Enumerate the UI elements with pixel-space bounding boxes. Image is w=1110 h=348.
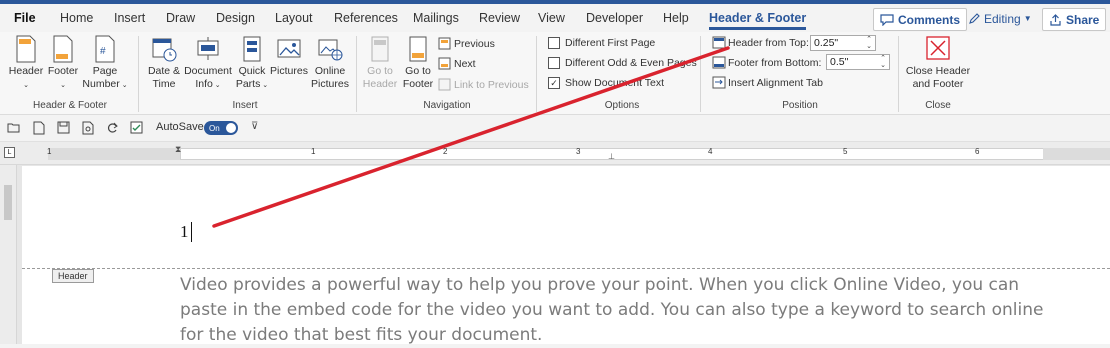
annotation-arrow: [212, 46, 730, 228]
